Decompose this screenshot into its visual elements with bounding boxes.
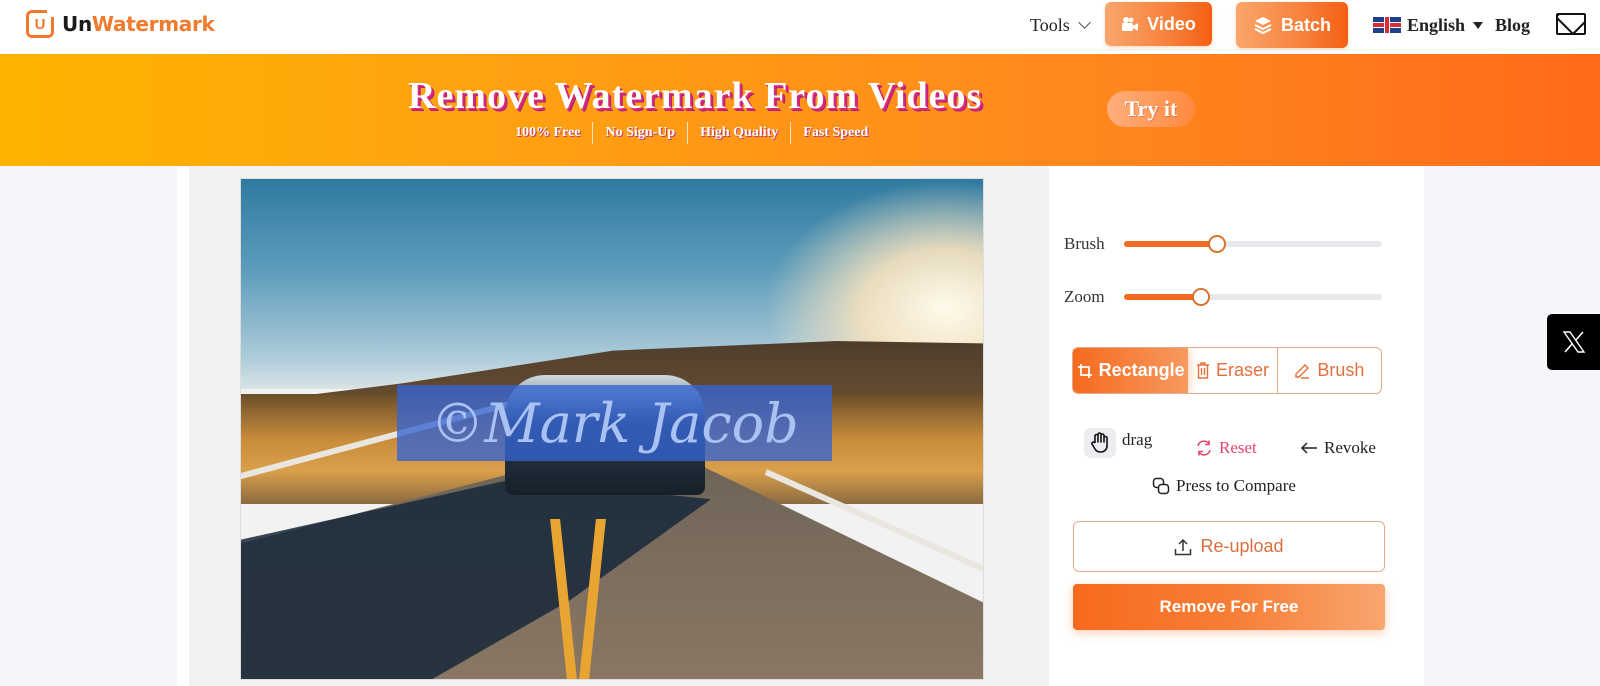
press-to-compare-button[interactable]: Press to Compare	[1152, 476, 1296, 496]
uploaded-image[interactable]: ©Mark Jacob	[240, 178, 984, 680]
drag-button[interactable]: drag	[1084, 428, 1152, 458]
eraser-tool-button[interactable]: Eraser	[1188, 348, 1278, 393]
blog-link[interactable]: Blog	[1495, 0, 1530, 50]
blog-link-label: Blog	[1495, 14, 1531, 35]
layers-icon	[1254, 17, 1272, 35]
pencil-icon	[1295, 364, 1310, 379]
zoom-slider-row: Zoom	[1064, 287, 1382, 307]
watermark-text: ©Mark Jacob	[430, 391, 799, 455]
revoke-button[interactable]: Revoke	[1300, 438, 1376, 458]
rectangle-tool-label: Rectangle	[1098, 360, 1185, 380]
zoom-slider-fill	[1124, 294, 1202, 300]
reupload-button[interactable]: Re-upload	[1073, 521, 1385, 572]
caret-down-icon	[1473, 21, 1484, 29]
refresh-icon	[1197, 440, 1211, 456]
reset-button[interactable]: Reset	[1195, 438, 1257, 458]
feature-item: 100% Free	[515, 125, 581, 140]
drag-label: drag	[1122, 430, 1153, 449]
hand-icon	[1084, 428, 1116, 458]
zoom-slider-label: Zoom	[1064, 287, 1105, 306]
logo-text-suffix: Watermark	[91, 12, 215, 36]
remove-for-free-button[interactable]: Remove For Free	[1073, 584, 1385, 630]
reset-label: Reset	[1219, 438, 1257, 457]
banner-title: Remove Watermark From Videos	[408, 75, 983, 117]
selection-tool-group: Rectangle Eraser Brush	[1072, 347, 1382, 394]
brush-slider[interactable]	[1124, 235, 1382, 253]
eraser-tool-label: Eraser	[1215, 360, 1269, 380]
logo-text: UnWatermark	[62, 12, 215, 36]
brush-slider-row: Brush	[1064, 234, 1382, 254]
brush-slider-handle[interactable]	[1207, 235, 1226, 253]
brush-slider-label: Brush	[1064, 234, 1105, 253]
feature-item: No Sign-Up	[605, 125, 676, 140]
video-button[interactable]: Video	[1105, 2, 1212, 46]
video-button-label: Video	[1147, 13, 1196, 34]
logo-mark-letter: U	[34, 15, 46, 33]
mail-icon[interactable]	[1556, 13, 1586, 35]
tools-menu-label: Tools	[1030, 14, 1070, 35]
banner-features: 100% Free No Sign-Up High Quality Fast S…	[503, 122, 880, 144]
rectangle-tool-button[interactable]: Rectangle	[1073, 348, 1189, 393]
compare-icon	[1152, 477, 1170, 495]
feature-item: High Quality	[700, 125, 779, 140]
compare-label: Press to Compare	[1176, 476, 1296, 495]
video-camera-icon	[1122, 17, 1139, 31]
x-share-button[interactable]	[1547, 314, 1600, 370]
reupload-label: Re-upload	[1200, 536, 1284, 556]
controls-panel: Brush Zoom Rectangle Eraser Brush drag R…	[1048, 166, 1424, 686]
x-twitter-icon	[1562, 331, 1585, 353]
crop-icon	[1077, 363, 1092, 378]
zoom-slider-handle[interactable]	[1192, 288, 1211, 306]
batch-button[interactable]: Batch	[1236, 2, 1348, 48]
logo-icon: U	[26, 9, 55, 38]
brush-tool-label: Brush	[1317, 360, 1365, 380]
language-label: English	[1407, 14, 1466, 35]
promo-banner: Remove Watermark From Videos 100% Free N…	[0, 54, 1600, 166]
language-selector[interactable]: English	[1373, 0, 1484, 50]
arrow-left-icon	[1300, 442, 1317, 454]
canvas-area: ©Mark Jacob	[189, 166, 1049, 686]
zoom-slider[interactable]	[1124, 288, 1382, 306]
trash-icon	[1196, 362, 1209, 379]
logo[interactable]: U UnWatermark	[26, 9, 215, 38]
try-it-button[interactable]: Try it	[1107, 91, 1195, 127]
feature-item: Fast Speed	[803, 125, 869, 140]
tools-menu[interactable]: Tools	[1030, 0, 1091, 50]
uk-flag-icon	[1373, 17, 1401, 33]
top-header: U UnWatermark Tools Video Batch English …	[0, 0, 1600, 54]
batch-button-label: Batch	[1280, 14, 1331, 35]
revoke-label: Revoke	[1324, 438, 1376, 457]
brush-slider-fill	[1124, 241, 1217, 247]
chevron-down-icon	[1077, 16, 1091, 29]
brush-tool-button[interactable]: Brush	[1278, 348, 1381, 393]
upload-icon	[1175, 538, 1192, 555]
logo-text-prefix: Un	[62, 12, 92, 36]
